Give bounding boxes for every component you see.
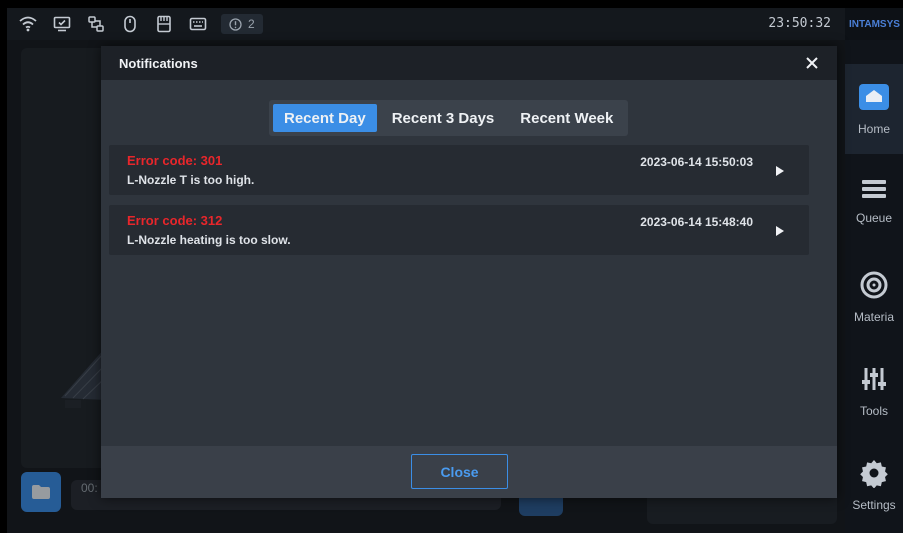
brand-logo: INTAMSYS (845, 8, 903, 40)
alert-badge[interactable]: 2 (221, 14, 263, 34)
material-spool-icon (860, 271, 888, 299)
clock: 23:50:32 (768, 16, 831, 31)
nav-material-label: Materia (853, 310, 894, 324)
status-bar: 2 23:50:32 (7, 8, 845, 40)
dialog-title: Notifications (119, 55, 198, 71)
wifi-icon (17, 14, 39, 34)
nav-tools[interactable]: Tools (845, 346, 903, 436)
monitor-icon (51, 14, 73, 34)
alert-count: 2 (248, 17, 255, 31)
notification-timestamp: 2023-06-14 15:48:40 (640, 215, 753, 229)
network-icon (85, 14, 107, 34)
gear-icon (860, 460, 888, 488)
time-range-tabs: Recent Day Recent 3 Days Recent Week (269, 100, 629, 136)
nav-queue-label: Queue (855, 211, 893, 225)
tab-recent-week[interactable]: Recent Week (509, 104, 624, 132)
close-icon (806, 57, 818, 69)
sd-card-icon (153, 14, 175, 34)
alert-icon (229, 17, 242, 31)
sliders-icon (862, 368, 886, 390)
play-arrow-icon (776, 166, 784, 176)
error-code: Error code: 301 (127, 153, 223, 168)
mouse-icon (119, 14, 141, 34)
play-arrow-icon (776, 226, 784, 236)
dialog-footer: Close (101, 446, 837, 498)
error-message: L-Nozzle T is too high. (127, 173, 255, 187)
notification-timestamp: 2023-06-14 15:50:03 (640, 155, 753, 169)
nav-material[interactable]: Materia (845, 252, 903, 342)
tab-recent-day[interactable]: Recent Day (273, 104, 377, 132)
error-message: L-Nozzle heating is too slow. (127, 233, 291, 247)
nav-settings-label: Settings (852, 498, 896, 512)
close-button[interactable]: Close (411, 454, 508, 489)
dialog-header: Notifications (101, 46, 837, 80)
home-icon (859, 84, 889, 110)
tab-recent-3-days[interactable]: Recent 3 Days (381, 104, 506, 132)
notifications-dialog: Notifications Recent Day Recent 3 Days R… (101, 46, 837, 498)
notification-item[interactable]: Error code: 301 L-Nozzle T is too high. … (109, 145, 809, 195)
close-x-button[interactable] (803, 54, 821, 72)
queue-icon (862, 180, 886, 198)
error-code: Error code: 312 (127, 213, 223, 228)
nav-home[interactable]: Home (845, 64, 903, 154)
keyboard-icon (187, 14, 209, 34)
printer-screen: 2 23:50:32 00: INTAMSYS Home Queue Mater… (7, 8, 903, 533)
side-navigation: INTAMSYS Home Queue Materia Tools Settin… (845, 8, 903, 533)
nav-tools-label: Tools (859, 404, 888, 418)
nav-queue[interactable]: Queue (845, 156, 903, 246)
nav-settings[interactable]: Settings (845, 440, 903, 530)
notification-item[interactable]: Error code: 312 L-Nozzle heating is too … (109, 205, 809, 255)
nav-home-label: Home (857, 122, 890, 136)
